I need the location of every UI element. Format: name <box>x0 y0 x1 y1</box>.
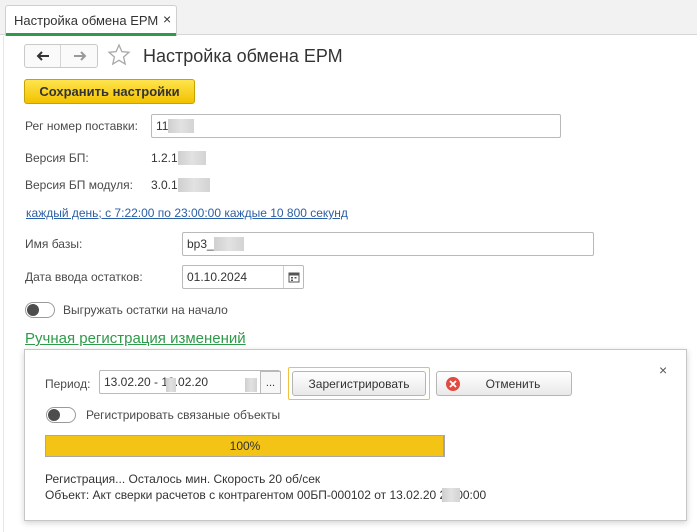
star-icon <box>107 43 131 66</box>
toggle-knob <box>27 304 39 316</box>
redacted-mask <box>245 378 257 392</box>
tab-exchange-settings[interactable]: Настройка обмена ЕРМ × <box>5 5 177 36</box>
panel-close-icon[interactable]: × <box>659 362 667 378</box>
reg-number-input[interactable]: 11 <box>151 114 561 138</box>
redacted-mask <box>213 237 244 251</box>
schedule-link[interactable]: каждый день; с 7:22:00 по 23:00:00 кажды… <box>26 206 348 220</box>
forward-button[interactable] <box>62 45 98 67</box>
cancel-x-circle-icon <box>446 377 460 391</box>
calendar-button[interactable] <box>283 266 303 288</box>
reg-number-value: 11 <box>156 119 169 133</box>
module-version-value: 3.0.1 <box>151 178 178 192</box>
bp-version-label: Версия БП: <box>25 151 89 165</box>
registration-object: Объект: Акт сверки расчетов с контрагент… <box>45 488 487 502</box>
balance-date-value: 01.10.2024 <box>187 270 248 284</box>
db-name-label: Имя базы: <box>25 237 83 251</box>
form-content: Настройка обмена ЕРМ Сохранить настройки… <box>0 36 697 532</box>
favorite-button[interactable] <box>107 43 131 70</box>
manual-registration-panel: × Период: 13.02.20 - 13.02.20 ... Зареги… <box>24 349 687 521</box>
progress-text: 100% <box>229 439 261 453</box>
balance-date-label: Дата ввода остатков: <box>25 270 143 284</box>
module-version-label: Версия БП модуля: <box>25 178 133 192</box>
page-title: Настройка обмена ЕРМ <box>143 46 343 66</box>
bp-version-value: 1.2.1 <box>151 151 178 165</box>
tab-close-icon[interactable]: × <box>163 11 171 27</box>
db-name-value: bp3_ <box>187 237 214 251</box>
arrow-left-icon <box>36 51 49 61</box>
calendar-icon <box>288 272 299 283</box>
period-value: 13.02.20 - 13.02.20 <box>104 375 209 389</box>
back-button[interactable] <box>25 45 61 67</box>
redacted-mask <box>177 151 206 165</box>
cancel-button-label: Отменить <box>485 376 541 391</box>
save-settings-button[interactable]: Сохранить настройки <box>24 79 195 104</box>
arrow-right-icon <box>74 51 87 61</box>
left-divider <box>3 36 4 532</box>
tab-strip: Настройка обмена ЕРМ × <box>0 0 697 36</box>
registration-progress-bar: 100% <box>45 435 445 457</box>
export-balances-toggle[interactable] <box>25 302 55 318</box>
toggle-knob <box>48 409 60 421</box>
module-version-value-wrap: 3.0.1 <box>151 178 210 192</box>
export-balances-label: Выгружать остатки на начало <box>63 303 228 317</box>
tab-title: Настройка обмена ЕРМ <box>14 13 159 28</box>
redacted-mask <box>166 378 176 392</box>
reg-number-label: Рег номер поставки: <box>25 119 138 133</box>
register-button[interactable]: Зарегистрировать <box>292 371 426 396</box>
db-name-input[interactable]: bp3_ <box>182 232 594 256</box>
redacted-mask <box>442 488 460 502</box>
balance-date-input[interactable]: 01.10.2024 <box>182 265 304 289</box>
bp-version-value-wrap: 1.2.1 <box>151 151 206 165</box>
registration-status: Регистрация... Осталось мин. Скорость 20… <box>45 472 321 486</box>
manual-registration-link[interactable]: Ручная регистрация изменений <box>25 330 246 347</box>
register-related-label: Регистрировать связаные объекты <box>86 408 281 422</box>
register-related-toggle[interactable] <box>46 407 76 423</box>
redacted-mask <box>168 119 195 133</box>
period-label: Период: <box>45 377 91 391</box>
navigation-buttons <box>24 44 98 68</box>
redacted-mask <box>177 178 210 192</box>
period-select-button[interactable]: ... <box>260 371 281 394</box>
cancel-button[interactable]: Отменить <box>436 371 572 396</box>
